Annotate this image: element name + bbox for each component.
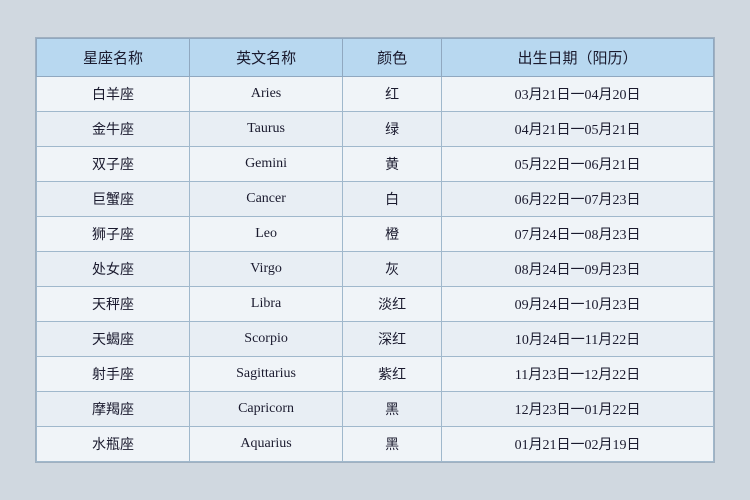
table-row: 金牛座Taurus绿04月21日一05月21日: [37, 112, 714, 147]
cell-english-name: Taurus: [190, 112, 343, 147]
cell-birth-dates: 09月24日一10月23日: [442, 287, 714, 322]
cell-chinese-name: 巨蟹座: [37, 182, 190, 217]
zodiac-table-container: 星座名称 英文名称 颜色 出生日期（阳历） 白羊座Aries红03月21日一04…: [35, 37, 715, 463]
cell-color: 黑: [343, 427, 442, 462]
zodiac-table: 星座名称 英文名称 颜色 出生日期（阳历） 白羊座Aries红03月21日一04…: [36, 38, 714, 462]
cell-birth-dates: 07月24日一08月23日: [442, 217, 714, 252]
header-color: 颜色: [343, 39, 442, 77]
cell-color: 黄: [343, 147, 442, 182]
cell-birth-dates: 08月24日一09月23日: [442, 252, 714, 287]
table-row: 天蝎座Scorpio深红10月24日一11月22日: [37, 322, 714, 357]
header-birth-date: 出生日期（阳历）: [442, 39, 714, 77]
cell-chinese-name: 天秤座: [37, 287, 190, 322]
cell-chinese-name: 金牛座: [37, 112, 190, 147]
cell-color: 白: [343, 182, 442, 217]
cell-color: 红: [343, 77, 442, 112]
table-row: 水瓶座Aquarius黑01月21日一02月19日: [37, 427, 714, 462]
table-row: 狮子座Leo橙07月24日一08月23日: [37, 217, 714, 252]
cell-birth-dates: 05月22日一06月21日: [442, 147, 714, 182]
cell-english-name: Capricorn: [190, 392, 343, 427]
cell-english-name: Leo: [190, 217, 343, 252]
cell-birth-dates: 12月23日一01月22日: [442, 392, 714, 427]
table-row: 巨蟹座Cancer白06月22日一07月23日: [37, 182, 714, 217]
cell-color: 紫红: [343, 357, 442, 392]
cell-english-name: Aries: [190, 77, 343, 112]
cell-chinese-name: 水瓶座: [37, 427, 190, 462]
cell-birth-dates: 04月21日一05月21日: [442, 112, 714, 147]
cell-chinese-name: 白羊座: [37, 77, 190, 112]
cell-english-name: Gemini: [190, 147, 343, 182]
cell-chinese-name: 摩羯座: [37, 392, 190, 427]
cell-birth-dates: 06月22日一07月23日: [442, 182, 714, 217]
cell-chinese-name: 天蝎座: [37, 322, 190, 357]
cell-birth-dates: 01月21日一02月19日: [442, 427, 714, 462]
cell-english-name: Sagittarius: [190, 357, 343, 392]
cell-color: 绿: [343, 112, 442, 147]
cell-birth-dates: 03月21日一04月20日: [442, 77, 714, 112]
cell-english-name: Aquarius: [190, 427, 343, 462]
table-header-row: 星座名称 英文名称 颜色 出生日期（阳历）: [37, 39, 714, 77]
table-row: 处女座Virgo灰08月24日一09月23日: [37, 252, 714, 287]
header-english-name: 英文名称: [190, 39, 343, 77]
cell-chinese-name: 双子座: [37, 147, 190, 182]
cell-birth-dates: 11月23日一12月22日: [442, 357, 714, 392]
cell-chinese-name: 射手座: [37, 357, 190, 392]
cell-color: 淡红: [343, 287, 442, 322]
cell-english-name: Cancer: [190, 182, 343, 217]
cell-chinese-name: 狮子座: [37, 217, 190, 252]
header-chinese-name: 星座名称: [37, 39, 190, 77]
cell-color: 黑: [343, 392, 442, 427]
cell-english-name: Scorpio: [190, 322, 343, 357]
cell-color: 橙: [343, 217, 442, 252]
table-row: 天秤座Libra淡红09月24日一10月23日: [37, 287, 714, 322]
table-row: 双子座Gemini黄05月22日一06月21日: [37, 147, 714, 182]
cell-english-name: Virgo: [190, 252, 343, 287]
table-row: 白羊座Aries红03月21日一04月20日: [37, 77, 714, 112]
cell-chinese-name: 处女座: [37, 252, 190, 287]
cell-birth-dates: 10月24日一11月22日: [442, 322, 714, 357]
cell-english-name: Libra: [190, 287, 343, 322]
cell-color: 深红: [343, 322, 442, 357]
table-row: 摩羯座Capricorn黑12月23日一01月22日: [37, 392, 714, 427]
table-body: 白羊座Aries红03月21日一04月20日金牛座Taurus绿04月21日一0…: [37, 77, 714, 462]
cell-color: 灰: [343, 252, 442, 287]
table-row: 射手座Sagittarius紫红11月23日一12月22日: [37, 357, 714, 392]
